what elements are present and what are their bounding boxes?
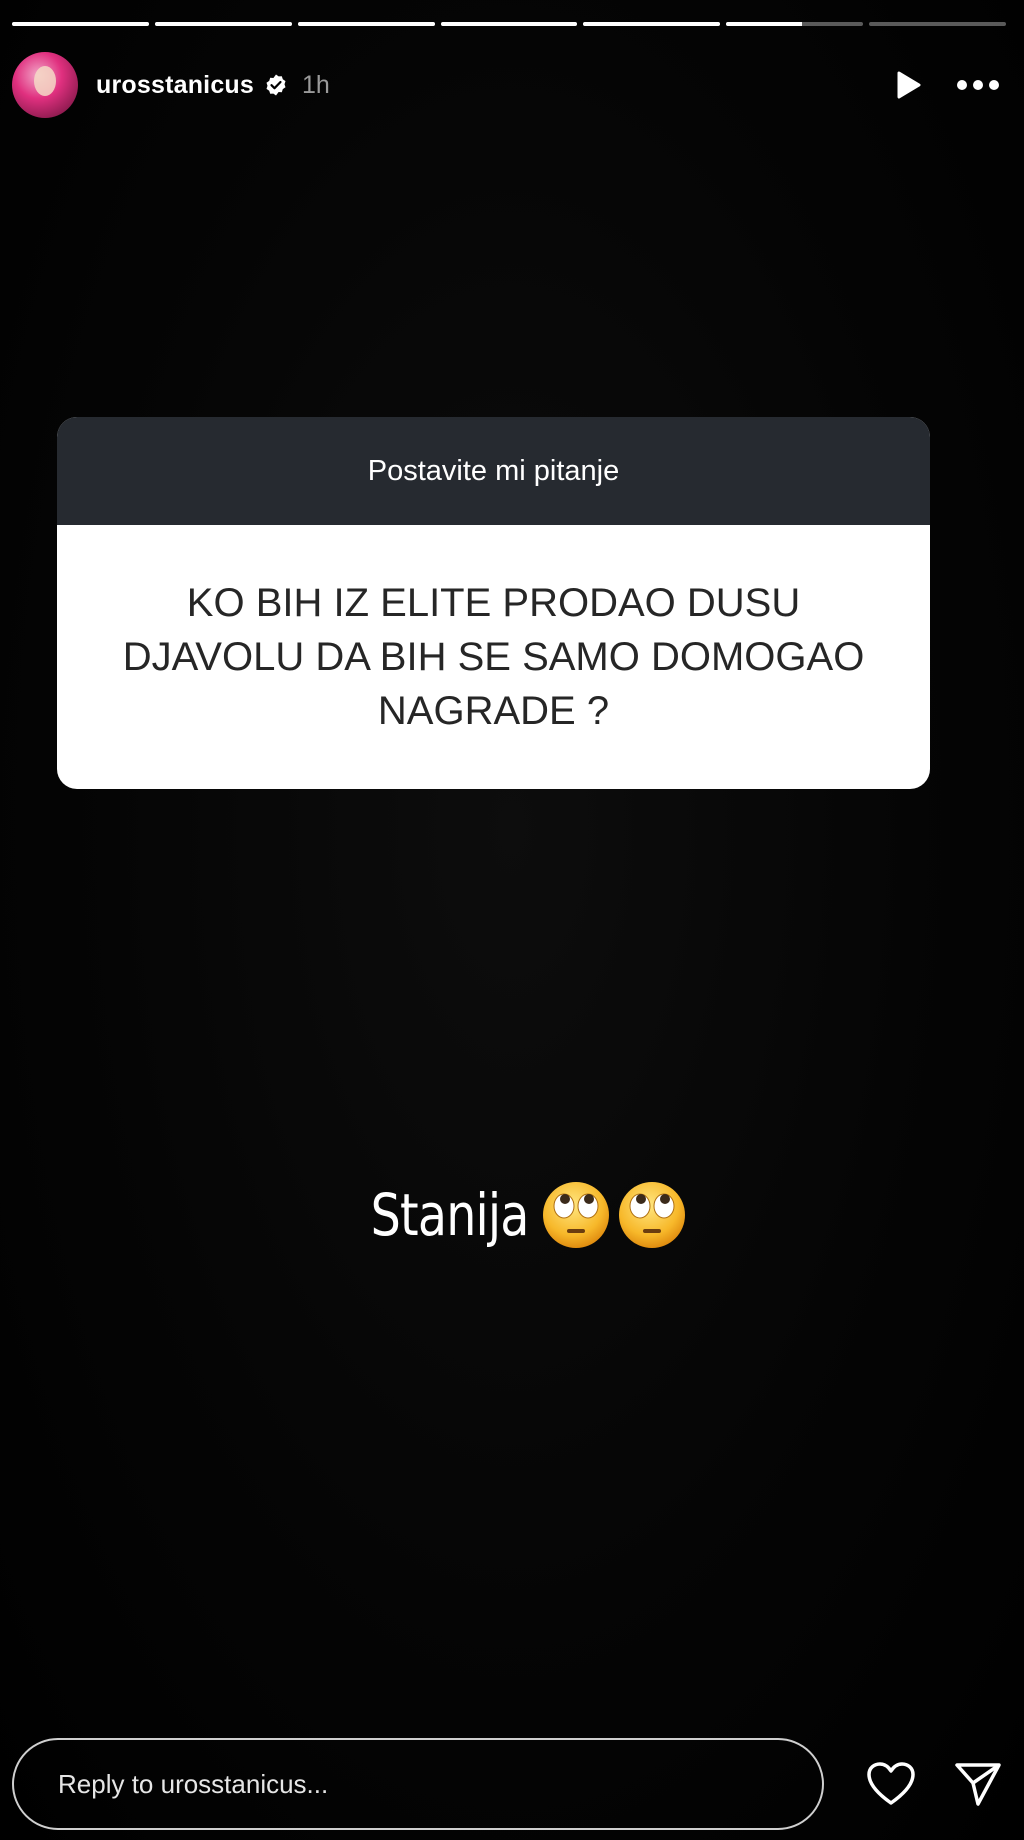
question-sticker-header: Postavite mi pitanje [57, 417, 930, 525]
question-sticker[interactable]: Postavite mi pitanje KO BIH IZ ELITE PRO… [57, 417, 930, 789]
answer-caption: Stanija [0, 1170, 1024, 1260]
question-line: KO BIH IZ ELITE PRODAO DUSU [186, 581, 801, 625]
answer-text: Stanija [370, 1181, 529, 1249]
heart-icon[interactable] [866, 1761, 916, 1807]
avatar[interactable] [12, 52, 78, 118]
story-progress-fill [583, 22, 721, 26]
username[interactable]: urosstanicus [96, 71, 254, 100]
story-progress-segment [440, 22, 578, 26]
story-progress-segment [12, 22, 149, 26]
more-icon[interactable] [956, 79, 1000, 91]
story-progress-fill [440, 22, 578, 26]
story-progress-fill [297, 22, 435, 26]
question-line: DJAVOLU DA BIH SE SAMO DOMOGAO [122, 635, 865, 679]
story-progress-segment [297, 22, 435, 26]
reply-input[interactable] [12, 1738, 824, 1830]
story-header: urosstanicus 1h [12, 50, 1012, 120]
story-progress-segment [154, 22, 292, 26]
play-icon[interactable] [894, 70, 922, 100]
post-time: 1h [302, 70, 330, 99]
story-viewer: urosstanicus 1h Postavite mi pitanje KO … [0, 0, 1024, 1840]
question-line: NAGRADE ? [377, 689, 610, 733]
story-progress [12, 22, 1007, 26]
question-text: KO BIH IZ ELITE PRODAO DUSU DJAVOLU DA B… [57, 525, 930, 789]
eye-roll-emoji [543, 1182, 610, 1248]
eye-roll-emoji [619, 1182, 686, 1248]
story-progress-segment [869, 22, 1007, 26]
story-progress-fill [726, 22, 802, 26]
story-progress-segment [583, 22, 721, 26]
story-progress-fill [12, 22, 149, 26]
story-progress-fill [154, 22, 292, 26]
story-progress-segment [726, 22, 864, 26]
emoji-group [540, 1179, 688, 1251]
reply-bar [12, 1738, 1012, 1830]
verified-badge-icon [264, 73, 288, 97]
send-icon[interactable] [954, 1761, 1002, 1807]
